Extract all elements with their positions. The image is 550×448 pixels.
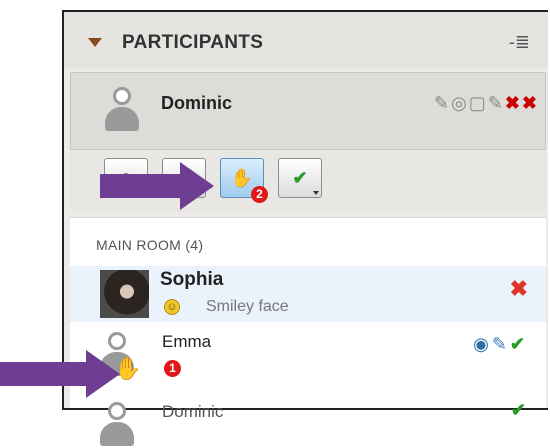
webcam-icon[interactable]: ◎ [451,93,469,113]
participant-name: Dominic [162,402,224,421]
check-icon: ✔ [510,400,526,420]
raised-hand-icon: ✋ [230,168,254,188]
check-icon: ✔ [292,168,308,188]
pencil-icon[interactable]: ✎ [488,93,505,113]
panel-title: PARTICIPANTS [122,32,264,53]
feedback-button[interactable]: ✔ [278,158,322,198]
webcam-icon[interactable]: ◉ [473,334,492,354]
participant-status: Smiley face [206,298,289,315]
current-user-name: Dominic [161,93,233,113]
check-icon: ✔ [509,334,528,354]
panel-menu-icon[interactable]: -≣ [509,32,530,53]
smiley-icon: ☺ [164,299,180,315]
remove-icon[interactable]: ✖ [510,276,528,302]
microphone-icon[interactable]: ✎ [434,93,451,113]
participant-name: Sophia [160,269,224,290]
avatar [105,87,139,133]
raise-hand-button[interactable]: ✋ 2 [220,158,268,203]
list-item[interactable]: ✋ Emma 1 ◉✎✔ [70,326,546,396]
app-share-disabled-icon[interactable]: ✖ [505,93,522,113]
avatar [100,270,149,318]
microphone-icon[interactable]: ✎ [492,334,510,354]
hand-order-badge: 1 [164,360,181,377]
participant-name: Emma [162,332,212,351]
collapse-triangle-icon[interactable] [88,38,102,47]
list-item[interactable]: Sophia ☺ Smiley face ✖ [70,266,546,322]
privilege-icons: ✎◎▢✎✖✖ [434,93,539,114]
chat-icon[interactable]: ▢ [469,93,488,113]
list-item[interactable]: Dominic ✔ [70,398,546,446]
main-room-list: MAIN ROOM (4) Sophia ☺ Smiley face ✖ ✋ E… [70,217,546,446]
raise-hand-count-badge: 2 [251,186,268,203]
current-user-row: Dominic ✎◎▢✎✖✖ [70,72,546,150]
participants-panel: PARTICIPANTS -≣ Dominic ✎◎▢✎✖✖ ☺ ◔ ✋ 2 ✔… [62,10,548,446]
room-label: MAIN ROOM (4) [96,237,204,253]
web-tour-disabled-icon[interactable]: ✖ [522,93,539,113]
avatar [100,402,134,448]
panel-header[interactable]: PARTICIPANTS -≣ [64,12,548,68]
participant-icons: ◉✎✔ [473,334,528,355]
